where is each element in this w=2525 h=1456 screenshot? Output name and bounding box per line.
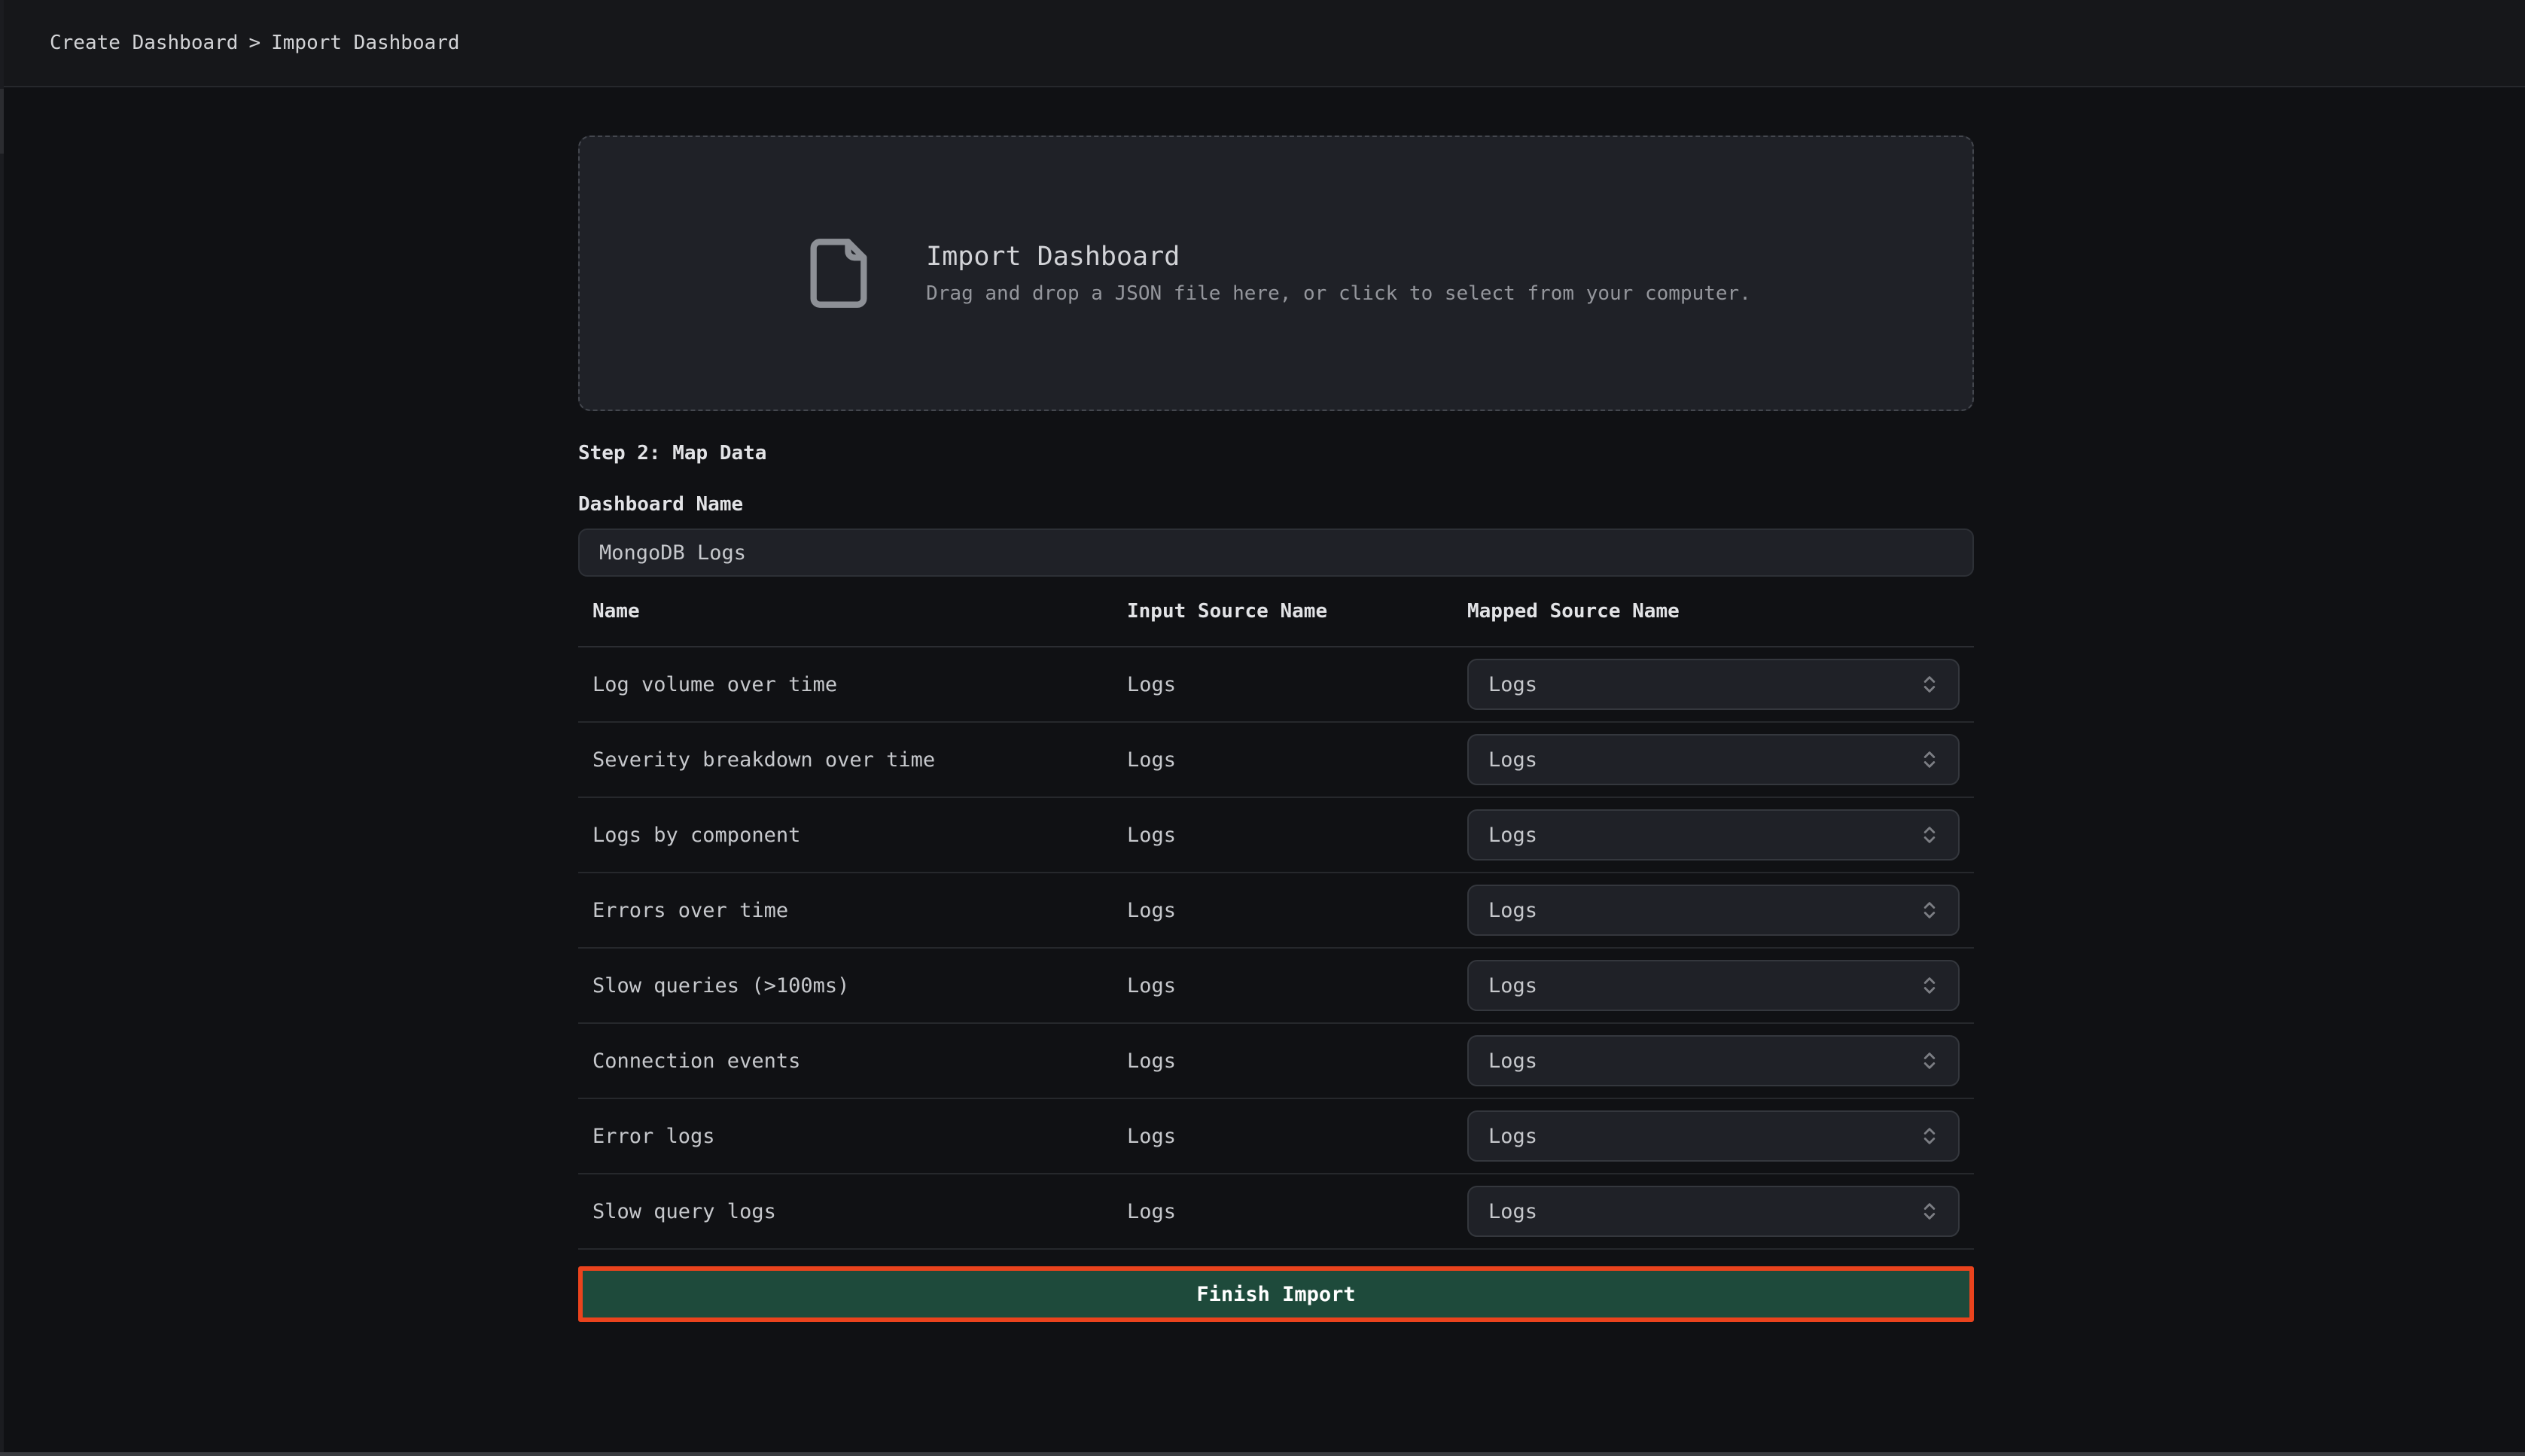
table-row: Connection events Logs Logs [578, 1024, 1974, 1099]
row-input-source: Logs [1127, 1125, 1467, 1148]
mapped-source-select[interactable]: Logs [1467, 1186, 1960, 1237]
select-value: Logs [1488, 1200, 1537, 1223]
dashboard-name-input[interactable] [578, 528, 1974, 577]
step-heading: Step 2: Map Data [578, 441, 1974, 465]
breadcrumb-separator: > [248, 32, 260, 54]
table-row: Logs by component Logs Logs [578, 798, 1974, 873]
mapped-source-select[interactable]: Logs [1467, 1035, 1960, 1086]
window-bottom-edge [0, 1452, 2525, 1456]
chevrons-up-down-icon [1919, 898, 1940, 922]
mapped-source-select[interactable]: Logs [1467, 734, 1960, 785]
breadcrumb: Create Dashboard > Import Dashboard [50, 32, 460, 54]
table-row: Slow query logs Logs Logs [578, 1174, 1974, 1250]
row-input-source: Logs [1127, 1200, 1467, 1223]
select-value: Logs [1488, 673, 1537, 696]
row-input-source: Logs [1127, 899, 1467, 922]
file-icon [801, 236, 876, 311]
column-header-name: Name [592, 600, 1127, 623]
column-header-mapped-source: Mapped Source Name [1467, 600, 1960, 623]
table-row: Log volume over time Logs Logs [578, 647, 1974, 723]
chevrons-up-down-icon [1919, 973, 1940, 998]
table-header-row: Name Input Source Name Mapped Source Nam… [578, 577, 1974, 647]
window-left-edge [0, 0, 4, 1456]
select-value: Logs [1488, 974, 1537, 998]
main-content: Import Dashboard Drag and drop a JSON fi… [578, 136, 1974, 1322]
breadcrumb-import-dashboard: Import Dashboard [271, 32, 459, 54]
row-input-source: Logs [1127, 824, 1467, 847]
select-value: Logs [1488, 824, 1537, 847]
mapped-source-select[interactable]: Logs [1467, 1110, 1960, 1162]
dropzone-subtitle: Drag and drop a JSON file here, or click… [926, 281, 1751, 306]
scrollbar-thumb[interactable] [0, 89, 4, 154]
mapping-table: Name Input Source Name Mapped Source Nam… [578, 577, 1974, 1250]
chevrons-up-down-icon [1919, 1124, 1940, 1148]
chevrons-up-down-icon [1919, 748, 1940, 772]
chevrons-up-down-icon [1919, 1199, 1940, 1223]
mapped-source-select[interactable]: Logs [1467, 960, 1960, 1011]
table-row: Errors over time Logs Logs [578, 873, 1974, 949]
table-row: Severity breakdown over time Logs Logs [578, 723, 1974, 798]
column-header-input-source: Input Source Name [1127, 600, 1467, 623]
breadcrumb-create-dashboard[interactable]: Create Dashboard [50, 32, 238, 54]
select-value: Logs [1488, 899, 1537, 922]
mapped-source-select[interactable]: Logs [1467, 885, 1960, 936]
file-dropzone[interactable]: Import Dashboard Drag and drop a JSON fi… [578, 136, 1974, 411]
row-input-source: Logs [1127, 1049, 1467, 1073]
row-name: Connection events [592, 1049, 1127, 1073]
row-name: Log volume over time [592, 673, 1127, 696]
dropzone-text: Import Dashboard Drag and drop a JSON fi… [926, 240, 1751, 306]
row-name: Errors over time [592, 899, 1127, 922]
chevrons-up-down-icon [1919, 1049, 1940, 1073]
row-name: Logs by component [592, 824, 1127, 847]
row-name: Error logs [592, 1125, 1127, 1148]
table-row: Slow queries (>100ms) Logs Logs [578, 949, 1974, 1024]
select-value: Logs [1488, 1049, 1537, 1073]
row-input-source: Logs [1127, 748, 1467, 772]
select-value: Logs [1488, 748, 1537, 772]
chevrons-up-down-icon [1919, 672, 1940, 696]
row-input-source: Logs [1127, 673, 1467, 696]
mapped-source-select[interactable]: Logs [1467, 809, 1960, 861]
mapped-source-select[interactable]: Logs [1467, 659, 1960, 710]
row-name: Slow queries (>100ms) [592, 974, 1127, 998]
select-value: Logs [1488, 1125, 1537, 1148]
row-name: Severity breakdown over time [592, 748, 1127, 772]
chevrons-up-down-icon [1919, 823, 1940, 847]
finish-import-button[interactable]: Finish Import [578, 1266, 1974, 1322]
table-row: Error logs Logs Logs [578, 1099, 1974, 1174]
row-input-source: Logs [1127, 974, 1467, 998]
dropzone-title: Import Dashboard [926, 240, 1751, 273]
top-bar: Create Dashboard > Import Dashboard [0, 0, 2525, 87]
row-name: Slow query logs [592, 1200, 1127, 1223]
dashboard-name-label: Dashboard Name [578, 492, 1974, 516]
